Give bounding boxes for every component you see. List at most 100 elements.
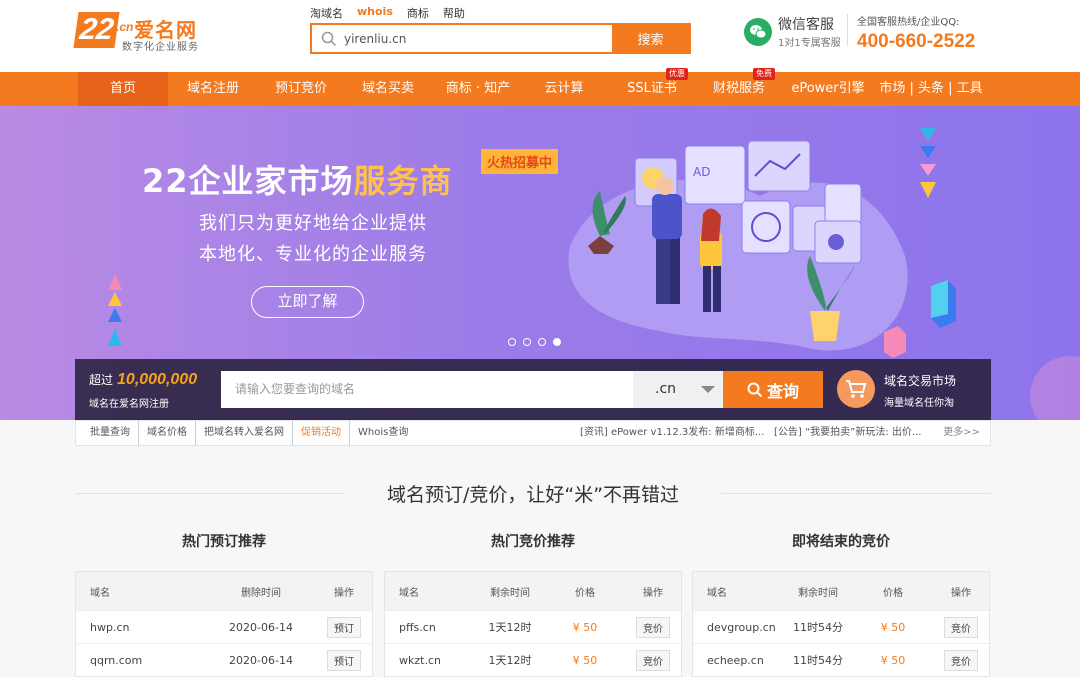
carousel-dot[interactable] <box>538 338 546 346</box>
domain-cell[interactable]: pffs.cn <box>385 621 475 634</box>
column-header: 删除时间 <box>241 587 281 599</box>
table-header: 域名 剩余时间 价格 操作 <box>693 572 989 610</box>
top-search-input[interactable] <box>340 25 612 52</box>
nav-item-tax[interactable]: 财税服务 免费 <box>703 68 775 106</box>
banner-subtitle-line: 我们只为更好地给企业提供 <box>199 213 427 234</box>
book-button[interactable]: 预订 <box>327 616 361 638</box>
chevron-down-icon <box>701 386 715 393</box>
price-cell: ¥ 50 <box>880 620 906 634</box>
register-count-number: 10,000,000 <box>117 371 198 388</box>
domain-query-button[interactable]: 查询 <box>723 371 823 408</box>
bid-button[interactable]: 竞价 <box>944 616 978 638</box>
column-header: 域名 <box>90 587 110 599</box>
hotline: 全国客服热线/企业QQ: 400-660-2522 <box>857 13 975 53</box>
price-cell: ¥ 50 <box>572 620 598 634</box>
table-header: 域名 删除时间 操作 <box>76 572 372 610</box>
quick-link-promotion[interactable]: 促销活动 <box>292 421 349 445</box>
quick-link-whois[interactable]: Whois查询 <box>349 421 416 445</box>
banner-title-prefix: 22企业家市场 <box>142 162 354 200</box>
more-link[interactable]: 更多>> <box>943 421 980 445</box>
quick-link-transfer[interactable]: 把域名转入爱名网 <box>195 421 292 445</box>
delete-time-cell: 2020-06-14 <box>229 653 293 667</box>
nav-item-cloud[interactable]: 云计算 <box>530 72 598 106</box>
hotline-label: 全国客服热线/企业QQ: <box>857 17 960 28</box>
wechat-service[interactable]: 微信客服 1对1专属客服 <box>744 14 841 49</box>
register-count-sub: 域名在爱名网注册 <box>89 399 169 410</box>
column-header: 操作 <box>951 587 971 599</box>
domain-cell[interactable]: devgroup.cn <box>693 621 783 634</box>
nav-item-home[interactable]: 首页 <box>78 72 168 106</box>
domain-query-label: 查询 <box>766 381 799 401</box>
quick-link-batch-query[interactable]: 批量查询 <box>90 421 138 445</box>
nav-item-domain-register[interactable]: 域名注册 <box>173 72 253 106</box>
bid-button[interactable]: 竞价 <box>944 649 978 671</box>
carousel-dot-active[interactable] <box>553 338 561 346</box>
domain-cell[interactable]: hwp.cn <box>76 621 206 634</box>
banner-cta-button[interactable]: 立即了解 <box>251 286 364 318</box>
logo-slogan: 数字化企业服务 <box>122 42 199 53</box>
banner-title: 22企业家市场服务商 <box>142 156 453 202</box>
search-tab-whois[interactable]: whois <box>357 5 393 21</box>
table-row: echeep.cn 11时54分 ¥ 50 竞价 <box>693 643 989 676</box>
search-tab-taoyuming[interactable]: 淘域名 <box>310 5 343 21</box>
logo-number: 22 <box>73 12 120 48</box>
domain-cell[interactable]: echeep.cn <box>693 654 783 667</box>
nav-item-market-tools[interactable]: 市场 | 头条 | 工具 <box>878 72 984 106</box>
market-title[interactable]: 域名交易市场 <box>884 372 956 389</box>
action-cell: 预订 <box>316 616 372 638</box>
hotline-number: 400-660-2522 <box>857 31 976 52</box>
section-title: 域名预订/竞价，让好“米”不再错过 <box>386 484 680 506</box>
nav-item-domain-trade[interactable]: 域名买卖 <box>348 72 428 106</box>
table-row: wkzt.cn 1天12时 ¥ 50 竞价 <box>385 643 681 676</box>
banner-subtitle: 我们只为更好地给企业提供 本地化、专业化的企业服务 <box>199 208 427 270</box>
delete-time-cell: 2020-06-14 <box>229 620 293 634</box>
nav-item-ssl[interactable]: SSL证书 优惠 <box>616 68 688 106</box>
action-cell: 竞价 <box>933 649 989 671</box>
column-header: 价格 <box>883 587 903 599</box>
search-icon <box>318 25 340 52</box>
column-header: 域名 <box>707 587 727 599</box>
banner-tag: 火热招募中 <box>481 149 559 174</box>
action-cell: 竞价 <box>625 649 681 671</box>
announcement-item[interactable]: [公告] “我要拍卖”新玩法: 出价... <box>774 421 921 445</box>
table-hot-bidding: 域名 剩余时间 价格 操作 pffs.cn 1天12时 ¥ 50 竞价 wkzt… <box>384 571 682 677</box>
domain-cell[interactable]: qqrn.com <box>76 654 206 667</box>
column-header: 价格 <box>575 587 595 599</box>
domain-search-input[interactable]: 请输入您要查询的域名 <box>221 371 633 408</box>
column-header: 域名 <box>399 587 419 599</box>
nav-item-label: ePower引擎 <box>791 81 865 96</box>
remaining-time-cell: 1天12时 <box>488 621 532 634</box>
column-header: 操作 <box>643 587 663 599</box>
nav-item-epower[interactable]: ePower引擎 <box>788 72 868 106</box>
domain-cell[interactable]: wkzt.cn <box>385 654 475 667</box>
table-row: pffs.cn 1天12时 ¥ 50 竞价 <box>385 610 681 643</box>
section-header: 域名预订/竞价，让好“米”不再错过 <box>75 480 991 508</box>
nav-item-label: 域名买卖 <box>361 81 414 96</box>
site-logo[interactable]: 22 .cn 爱名网 数字化企业服务 <box>73 12 206 53</box>
nav-item-trademark[interactable]: 商标 · 知产 <box>436 72 520 106</box>
column-title-bidding: 热门竞价推荐 <box>491 534 575 550</box>
table-header: 域名 剩余时间 价格 操作 <box>385 572 681 610</box>
bid-button[interactable]: 竞价 <box>636 649 670 671</box>
register-count-prefix: 超过 <box>89 373 114 387</box>
remaining-time-cell: 11时54分 <box>793 654 843 667</box>
shopping-cart-icon[interactable] <box>837 370 875 408</box>
nav-item-label: 域名注册 <box>186 81 239 96</box>
nav-item-booking[interactable]: 预订竞价 <box>261 72 341 106</box>
bid-button[interactable]: 竞价 <box>636 616 670 638</box>
register-count: 超过 10,000,000 <box>89 371 197 389</box>
quick-link-domain-price[interactable]: 域名价格 <box>138 421 195 445</box>
table-row: devgroup.cn 11时54分 ¥ 50 竞价 <box>693 610 989 643</box>
column-header: 操作 <box>334 587 354 599</box>
carousel-dots <box>508 338 561 346</box>
news-item[interactable]: [资讯] ePower v1.12.3发布: 新增商标... <box>580 421 764 445</box>
book-button[interactable]: 预订 <box>327 649 361 671</box>
price-cell: ¥ 50 <box>572 653 598 667</box>
action-cell: 预订 <box>316 649 372 671</box>
domain-suffix-select[interactable]: .cn <box>633 371 723 408</box>
search-tab-trademark[interactable]: 商标 <box>407 5 429 21</box>
top-search-button[interactable]: 搜索 <box>612 25 689 52</box>
carousel-dot[interactable] <box>523 338 531 346</box>
search-tab-help[interactable]: 帮助 <box>443 5 465 21</box>
carousel-dot[interactable] <box>508 338 516 346</box>
